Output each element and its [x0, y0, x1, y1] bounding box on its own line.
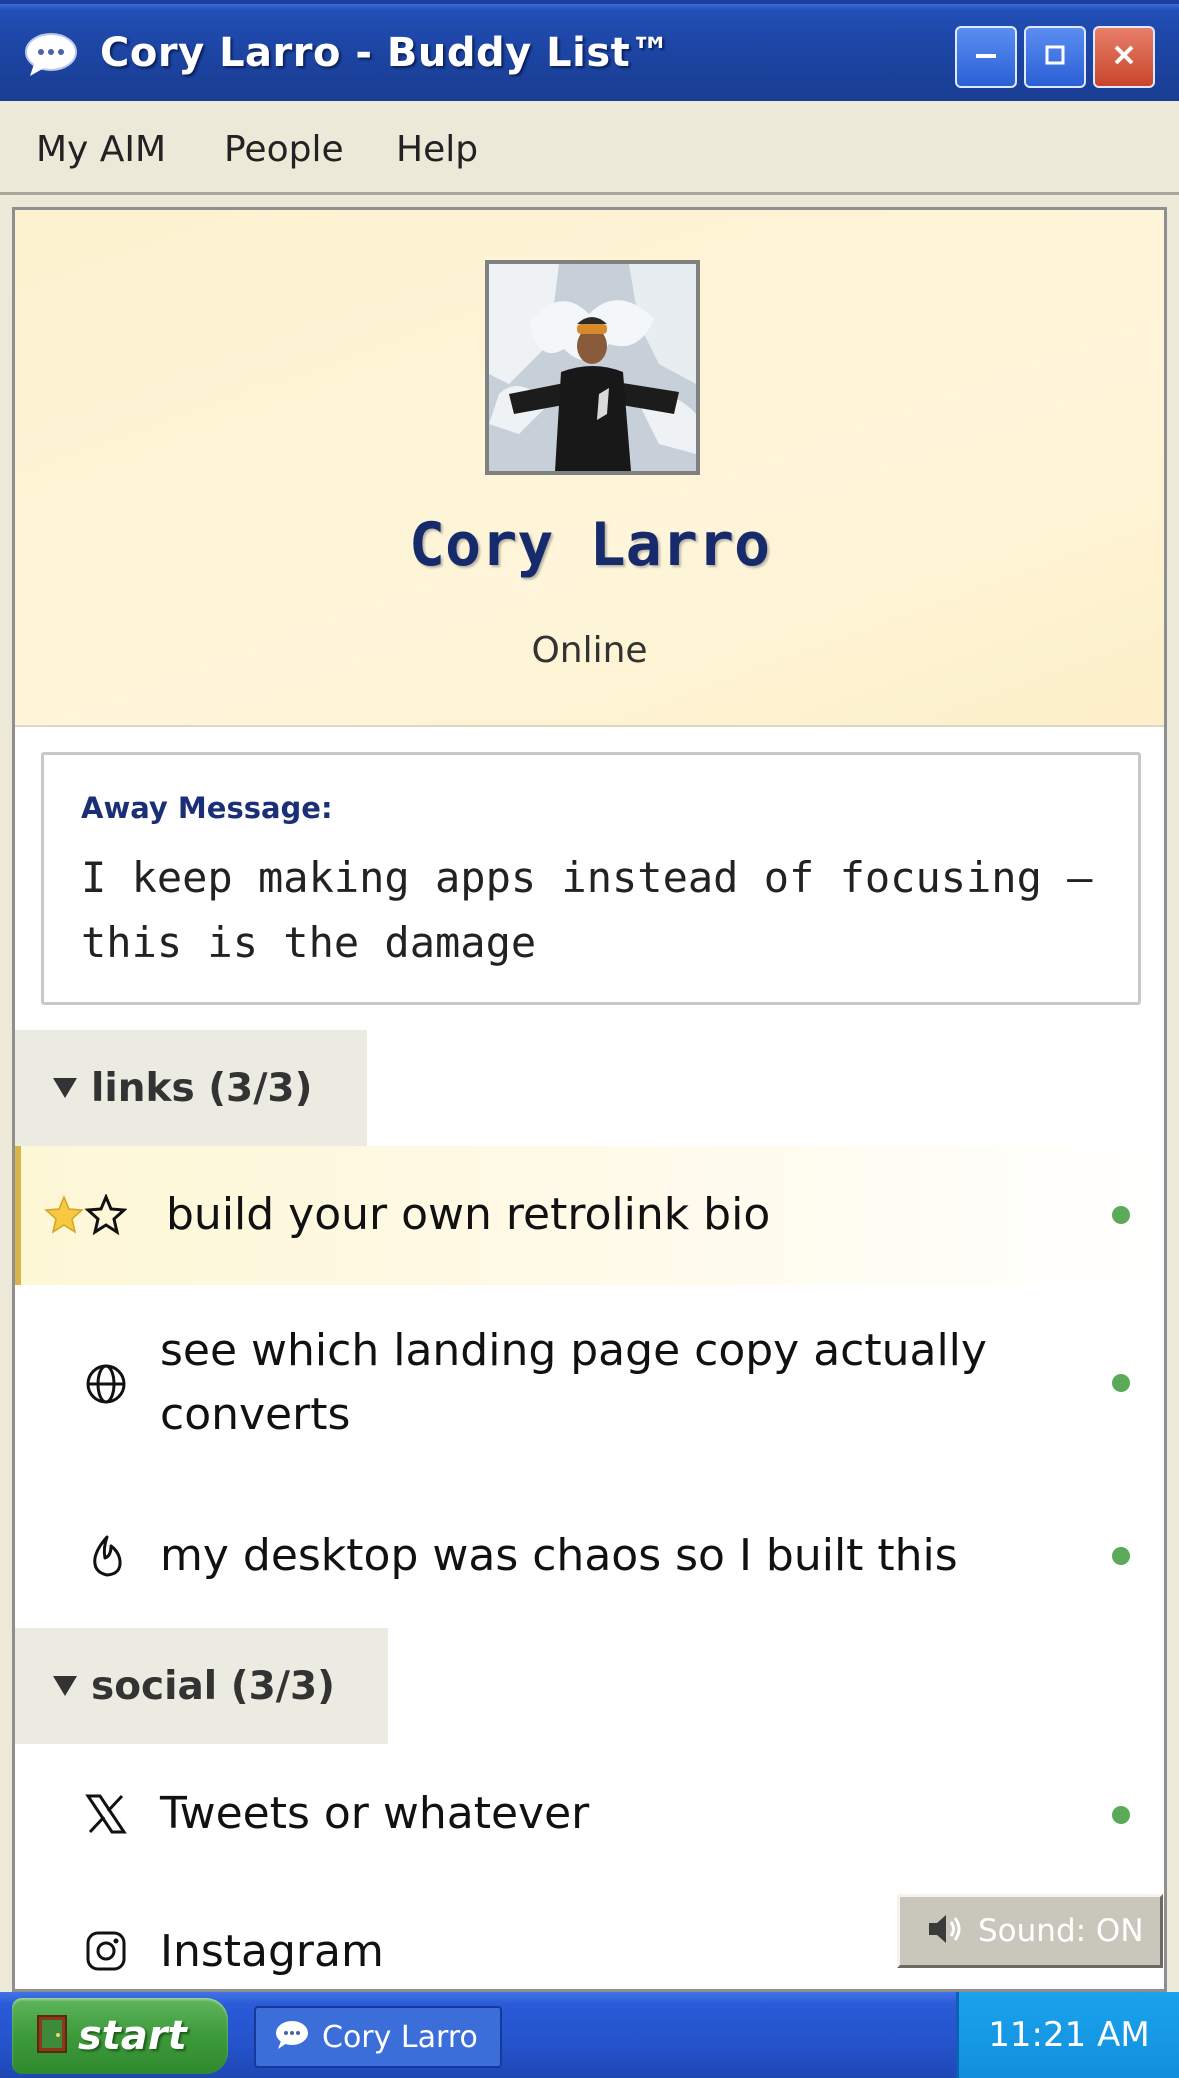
- link-label: build your own retrolink bio: [166, 1189, 771, 1240]
- minimize-icon: [971, 40, 1001, 74]
- profile-name: Cory Larro: [408, 510, 771, 580]
- minimize-button[interactable]: [955, 26, 1017, 88]
- online-status-dot: [1112, 1374, 1130, 1392]
- x-logo-icon: [85, 1794, 127, 1838]
- group-title: links (3/3): [91, 1065, 313, 1111]
- online-status-dot: [1112, 1547, 1130, 1565]
- maximize-icon: [1040, 40, 1070, 74]
- window-title: Cory Larro - Buddy List™: [100, 30, 671, 76]
- menu-item-people[interactable]: People: [224, 129, 344, 170]
- taskbar-window-item[interactable]: Cory Larro: [254, 2006, 502, 2068]
- title-bar[interactable]: Cory Larro - Buddy List™: [0, 0, 1179, 101]
- chat-bubble-icon: [274, 2019, 310, 2055]
- online-status-dot: [1112, 1206, 1130, 1224]
- taskbar: start Cory Larro 11:21 AM: [0, 1992, 1179, 2078]
- buddy-list-panel: Cory Larro Online Away Message: I keep m…: [12, 207, 1167, 1992]
- flame-icon: [87, 1534, 127, 1582]
- sound-label: Sound: ON: [978, 1913, 1144, 1949]
- away-message-label: Away Message:: [81, 791, 333, 825]
- group-title: social (3/3): [91, 1663, 335, 1709]
- caret-down-icon: [53, 1676, 77, 1696]
- system-clock: 11:21 AM: [956, 1992, 1179, 2078]
- avatar[interactable]: [485, 260, 700, 475]
- globe-icon: [85, 1363, 127, 1409]
- maximize-button[interactable]: [1024, 26, 1086, 88]
- menu-item-help[interactable]: Help: [396, 129, 478, 170]
- taskbar-window-label: Cory Larro: [322, 2019, 478, 2055]
- link-label: my desktop was chaos so I built this: [160, 1530, 958, 1581]
- online-status-dot: [1112, 1806, 1130, 1824]
- chat-bubble-icon: [24, 32, 78, 78]
- instagram-icon: [85, 1930, 127, 1976]
- link-label: Instagram: [160, 1926, 384, 1977]
- link-item-desktop[interactable]: my desktop was chaos so I built this: [15, 1480, 1164, 1630]
- away-message-text: I keep making apps instead of focusing —…: [81, 853, 1093, 967]
- social-item-x[interactable]: Tweets or whatever: [15, 1744, 1164, 1882]
- windows-door-icon: [36, 2014, 68, 2058]
- close-button[interactable]: [1093, 26, 1155, 88]
- away-message-box: Away Message: I keep making apps instead…: [41, 752, 1141, 1005]
- close-icon: [1109, 40, 1139, 74]
- link-label: Tweets or whatever: [160, 1788, 590, 1839]
- sound-toggle-button[interactable]: Sound: ON: [897, 1894, 1163, 1968]
- group-header-links[interactable]: links (3/3): [15, 1030, 367, 1146]
- start-label: start: [78, 2013, 187, 2059]
- link-item-retrolink[interactable]: build your own retrolink bio: [15, 1146, 1164, 1285]
- link-label: see which landing page copy actually con…: [160, 1325, 987, 1440]
- link-item-landing-page[interactable]: see which landing page copy actually con…: [15, 1285, 1164, 1480]
- menu-item-my-aim[interactable]: My AIM: [36, 129, 166, 170]
- caret-down-icon: [53, 1078, 77, 1098]
- menu-bar: My AIM People Help: [0, 101, 1179, 195]
- speaker-icon: [926, 1912, 964, 1950]
- start-button[interactable]: start: [12, 1998, 228, 2074]
- profile-status: Online: [531, 630, 648, 671]
- profile-header: Cory Larro Online: [15, 210, 1164, 727]
- star-icon: [43, 1193, 128, 1240]
- group-header-social[interactable]: social (3/3): [15, 1628, 388, 1744]
